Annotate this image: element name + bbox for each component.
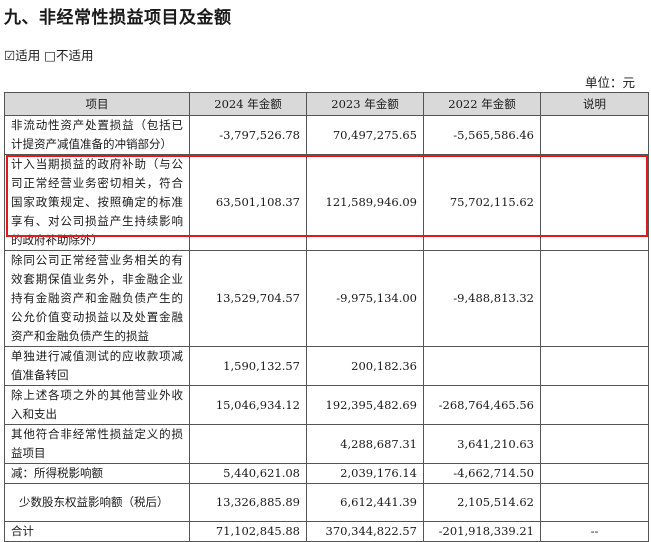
row-2022: -4,662,714.50 [423,463,541,484]
header-2024: 2024 年金额 [189,92,307,116]
row-2023: 192,395,482.69 [306,385,424,425]
header-2023: 2023 年金额 [306,92,424,116]
table-row: 除上述各项之外的其他营业外收入和支出 15,046,934.12 192,395… [4,385,649,425]
row-item: 少数股东权益影响额（税后） [4,483,190,522]
table-row: 除同公司正常经营业务相关的有效套期保值业务外，非金融企业持有金融资产和金融负债产… [4,250,649,347]
row-note [540,250,649,347]
row-2023: 200,182.36 [306,346,424,386]
row-item: 减：所得税影响额 [4,463,190,484]
row-2024: 13,529,704.57 [189,250,307,347]
row-2024: 71,102,845.88 [189,521,307,542]
row-2024: 5,440,621.08 [189,463,307,484]
row-2022: -201,918,339.21 [423,521,541,542]
table-row: 合计 71,102,845.88 370,344,822.57 -201,918… [4,521,649,542]
table-row: 计入当期损益的政府补助（与公司正常经营业务密切相关，符合国家政策规定、按照确定的… [4,154,649,251]
not-applicable-checkbox-label: □不适用 [44,48,94,63]
row-2023: 4,288,687.31 [306,424,424,464]
row-item: 合计 [4,521,190,542]
row-note [540,385,649,425]
row-note [540,154,649,251]
row-2023: -9,975,134.00 [306,250,424,347]
applicability-options: ☑适用 □不适用 [4,45,94,64]
row-2022: -268,764,465.56 [423,385,541,425]
row-2022: 3,641,210.63 [423,424,541,464]
row-2022: -5,565,586.46 [423,115,541,155]
row-note [540,483,649,522]
row-2024: 15,046,934.12 [189,385,307,425]
row-2022 [423,346,541,386]
section-title: 九、非经常性损益项目及金额 [4,8,232,28]
row-note [540,424,649,464]
row-2024 [189,424,307,464]
row-2024: 63,501,108.37 [189,154,307,251]
row-2024: 1,590,132.57 [189,346,307,386]
applicable-checkbox-label: ☑适用 [4,48,41,63]
header-2022: 2022 年金额 [423,92,541,116]
row-item: 除上述各项之外的其他营业外收入和支出 [4,385,190,425]
row-note [540,463,649,484]
row-2023: 6,612,441.39 [306,483,424,522]
row-note [540,115,649,155]
row-item: 计入当期损益的政府补助（与公司正常经营业务密切相关，符合国家政策规定、按照确定的… [4,154,190,251]
table-row: 其他符合非经常性损益定义的损益项目 4,288,687.31 3,641,210… [4,424,649,464]
non-recurring-gains-table: 项目 2024 年金额 2023 年金额 2022 年金额 说明 非流动性资产处… [4,92,649,542]
row-2023: 121,589,946.09 [306,154,424,251]
row-2022: 75,702,115.62 [423,154,541,251]
row-item: 单独进行减值测试的应收款项减值准备转回 [4,346,190,386]
header-note: 说明 [540,92,649,116]
row-2023: 70,497,275.65 [306,115,424,155]
row-2023: 370,344,822.57 [306,521,424,542]
row-2024: 13,326,885.89 [189,483,307,522]
row-2022: -9,488,813.32 [423,250,541,347]
header-item: 项目 [4,92,190,116]
row-item: 非流动性资产处置损益（包括已计提资产减值准备的冲销部分） [4,115,190,155]
row-2024: -3,797,526.78 [189,115,307,155]
row-note: -- [540,521,649,542]
table-header-row: 项目 2024 年金额 2023 年金额 2022 年金额 说明 [4,92,649,116]
row-note [540,346,649,386]
table-row: 少数股东权益影响额（税后） 13,326,885.89 6,612,441.39… [4,483,649,522]
table-row: 非流动性资产处置损益（包括已计提资产减值准备的冲销部分） -3,797,526.… [4,115,649,155]
unit-label: 单位：元 [584,75,635,90]
row-2023: 2,039,176.14 [306,463,424,484]
row-item: 其他符合非经常性损益定义的损益项目 [4,424,190,464]
row-item: 除同公司正常经营业务相关的有效套期保值业务外，非金融企业持有金融资产和金融负债产… [4,250,190,347]
table-row: 减：所得税影响额 5,440,621.08 2,039,176.14 -4,66… [4,463,649,484]
table-row: 单独进行减值测试的应收款项减值准备转回 1,590,132.57 200,182… [4,346,649,386]
row-2022: 2,105,514.62 [423,483,541,522]
